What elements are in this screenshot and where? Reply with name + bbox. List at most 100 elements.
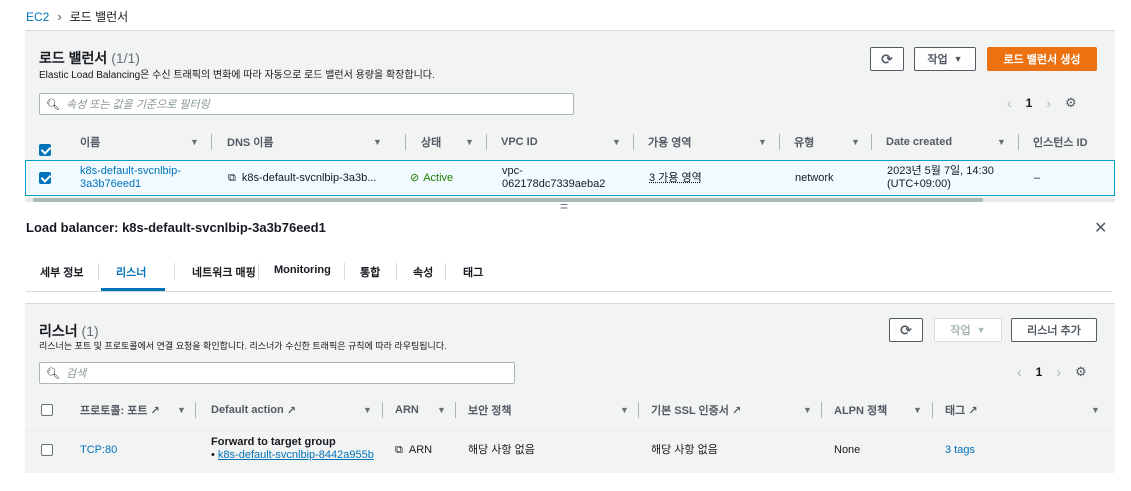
close-icon[interactable]: ✕ [1094,218,1107,238]
search-icon: 🔍︎ [46,98,60,111]
tab-network-mapping[interactable]: 네트워크 매핑 [192,264,256,280]
sort-icon[interactable]: ▼ [177,405,186,415]
pagination: ‹ 1 › ⚙ [1017,364,1087,380]
listener-search-input[interactable]: 🔍︎ 검색 [39,362,515,384]
breadcrumb-ec2-link[interactable]: EC2 [26,10,49,24]
page-number[interactable]: 1 [1026,96,1033,110]
listener-actions-button[interactable]: 작업 ▼ [934,318,1002,342]
tags-link[interactable]: 3 tags [945,444,975,457]
tab-integrations[interactable]: 통합 [360,264,380,280]
load-balancers-panel: 로드 밸런서 (1/1) Elastic Load Balancing은 수신 … [25,30,1115,202]
sort-icon[interactable]: ▼ [997,137,1006,147]
vpc-cell: vpc- 062178dc7339aeba2 [502,165,606,190]
sort-icon[interactable]: ▼ [465,137,474,147]
col-state[interactable]: 상태 [421,134,441,150]
refresh-button[interactable]: ⟳ [870,47,904,71]
lb-name-link[interactable]: k8s-default-svcnlbip- 3a3b76eed1 [80,165,181,191]
security-policy-cell: 해당 사항 없음 [468,444,535,456]
search-icon: 🔍︎ [46,367,60,380]
panel-title: 로드 밸런서 (1/1) [39,50,140,66]
row-checkbox[interactable] [41,444,53,456]
col-dns[interactable]: DNS 이름 [227,134,274,150]
col-date[interactable]: Date created [886,136,952,148]
sort-icon[interactable]: ▼ [612,137,621,147]
sort-icon[interactable]: ▼ [190,137,199,147]
row-checkbox[interactable] [39,172,51,184]
col-az[interactable]: 가용 영역 [648,134,692,150]
default-action-cell: Forward to target group • k8s-default-sv… [211,436,374,461]
chevron-right-icon: › [57,9,62,24]
settings-gear-icon[interactable]: ⚙ [1075,364,1087,380]
col-default-action[interactable]: Default action ↗ [211,404,296,417]
col-tags[interactable]: 태그 ↗ [945,402,978,418]
scrollbar-thumb[interactable] [33,198,983,202]
instance-cell: – [1034,172,1041,184]
az-cell[interactable]: 3 가용 영역 [649,172,702,185]
details-tabs: 세부 정보 리스너 네트워크 매핑 Monitoring 통합 속성 태그 [26,256,1112,292]
alpn-cell: None [834,444,861,456]
col-arn[interactable]: ARN [395,404,419,416]
refresh-icon: ⟳ [881,50,893,67]
caret-down-icon: ▼ [976,325,986,335]
dns-cell: ⧉ k8s-default-svcnlbip-3a3b... [228,172,377,185]
protocol-link[interactable]: TCP:80 [80,444,117,457]
sort-icon[interactable]: ▼ [758,137,767,147]
col-ssl-cert[interactable]: 기본 SSL 인증서 ↗ [651,402,741,418]
tab-monitoring[interactable]: Monitoring [274,264,331,276]
page-number[interactable]: 1 [1036,365,1043,379]
next-page-icon[interactable]: › [1046,95,1051,111]
table-row[interactable]: TCP:80 Forward to target group • k8s-def… [25,430,1115,466]
horizontal-scrollbar[interactable] [25,198,1115,202]
col-instance[interactable]: 인스턴스 ID [1033,134,1088,150]
external-link-icon: ↗ [968,404,978,417]
next-page-icon[interactable]: › [1056,364,1061,380]
refresh-button[interactable]: ⟳ [889,318,923,342]
add-listener-button[interactable]: 리스너 추가 [1011,318,1097,342]
listener-table-header: 프로토콜: 포트 ↗ ▼ Default action ↗ ▼ ARN ▼ 보안… [25,396,1115,424]
arn-cell: ⧉ ARN [395,444,433,457]
table-row[interactable]: k8s-default-svcnlbip- 3a3b76eed1 ⧉ k8s-def… [25,160,1115,196]
col-type[interactable]: 유형 [794,134,814,150]
type-cell: network [795,172,834,184]
col-alpn[interactable]: ALPN 정책 [834,402,887,418]
copy-icon[interactable]: ⧉ [228,172,236,185]
tab-details[interactable]: 세부 정보 [40,264,84,280]
select-all-checkbox[interactable] [39,144,51,156]
create-load-balancer-button[interactable]: 로드 밸런서 생성 [987,47,1097,71]
sort-icon[interactable]: ▼ [373,137,382,147]
sort-icon[interactable]: ▼ [803,405,812,415]
prev-page-icon[interactable]: ‹ [1007,95,1012,111]
tab-listeners[interactable]: 리스너 [116,264,146,280]
filter-input[interactable]: 🔍︎ 속성 또는 값을 기준으로 필터링 [39,93,574,115]
external-link-icon: ↗ [731,404,742,417]
copy-icon[interactable]: ⧉ [395,444,403,457]
tab-tags[interactable]: 태그 [463,264,483,280]
pagination: ‹ 1 › ⚙ [1007,95,1077,111]
panel-description: Elastic Load Balancing은 수신 트래픽의 변화에 따라 자… [39,70,435,81]
refresh-icon: ⟳ [900,321,912,338]
listeners-description: 리스너는 포트 및 프로토콜에서 연결 요청을 확인합니다. 리스너가 수신한 … [39,341,447,351]
sort-icon[interactable]: ▼ [437,405,446,415]
col-security-policy[interactable]: 보안 정책 [468,402,512,418]
caret-down-icon: ▼ [953,54,963,64]
details-title: Load balancer: k8s-default-svcnlbip-3a3b… [26,220,326,235]
resize-handle-icon[interactable]: = [560,198,568,214]
col-name[interactable]: 이름 [80,134,100,150]
listeners-panel: 리스너 (1) 리스너는 포트 및 프로토콜에서 연결 요청을 확인합니다. 리… [25,303,1115,473]
col-vpc[interactable]: VPC ID [501,136,538,148]
target-group-link[interactable]: k8s-default-svcnlbip-8442a955b [218,449,374,461]
sort-icon[interactable]: ▼ [363,405,372,415]
check-circle-icon: ⊘ [410,172,420,184]
breadcrumb: EC2 › 로드 밸런서 [26,8,128,25]
col-protocol[interactable]: 프로토콜: 포트 ↗ [80,402,160,418]
sort-icon[interactable]: ▼ [913,405,922,415]
settings-gear-icon[interactable]: ⚙ [1065,95,1077,111]
sort-icon[interactable]: ▼ [620,405,629,415]
select-all-checkbox[interactable] [41,404,53,416]
tab-attributes[interactable]: 속성 [413,264,433,280]
status-badge: ⊘ Active [410,172,454,184]
sort-icon[interactable]: ▼ [851,137,860,147]
prev-page-icon[interactable]: ‹ [1017,364,1022,380]
sort-icon[interactable]: ▼ [1091,405,1100,415]
actions-button[interactable]: 작업 ▼ [914,47,976,71]
